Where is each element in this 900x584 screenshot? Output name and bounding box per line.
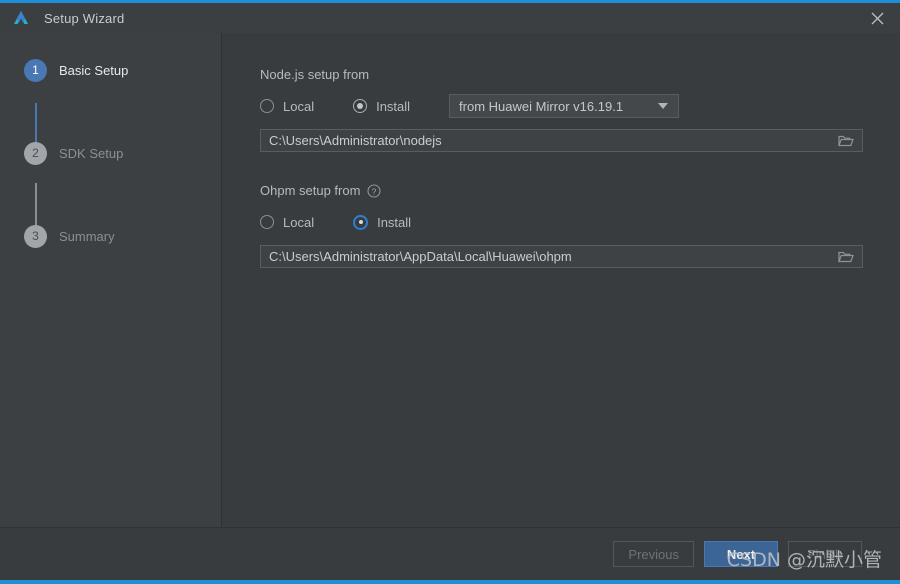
radio-indicator xyxy=(260,215,274,229)
nodejs-mirror-dropdown[interactable]: from Huawei Mirror v16.19.1 xyxy=(449,94,680,118)
nodejs-install-label: Install xyxy=(376,98,411,114)
nodejs-section-text: Node.js setup from xyxy=(260,67,370,82)
step-label: Summary xyxy=(59,228,115,244)
ohpm-path-field[interactable]: C:\Users\Administrator\AppData\Local\Hua… xyxy=(260,245,863,268)
next-button[interactable]: Next xyxy=(704,541,778,567)
step-number-badge: 1 xyxy=(24,58,47,82)
radio-indicator xyxy=(260,99,274,113)
ohpm-section-text: Ohpm setup from xyxy=(260,183,361,198)
nodejs-path-field[interactable]: C:\Users\Administrator\nodejs xyxy=(260,129,863,152)
wizard-content: 1 Basic Setup 2 SDK Setup 3 Summary Node… xyxy=(0,33,900,527)
sidebar-step-sdk-setup[interactable]: 2 SDK Setup xyxy=(0,140,221,166)
setup-wizard-window: Setup Wizard 1 Basic Setup 2 SDK Setup 3 xyxy=(0,0,900,584)
previous-button[interactable]: Previous xyxy=(613,541,694,567)
ohpm-path-value: C:\Users\Administrator\AppData\Local\Hua… xyxy=(269,249,572,264)
radio-indicator-selected xyxy=(353,99,368,113)
folder-icon[interactable] xyxy=(838,134,854,148)
nodejs-mirror-value: from Huawei Mirror v16.19.1 xyxy=(459,98,624,114)
ohpm-local-radio[interactable]: Local xyxy=(260,215,314,230)
step-number-badge: 2 xyxy=(24,141,47,165)
nodejs-source-radio-group: Local Install from Huawei Mirror v16.19.… xyxy=(260,94,864,118)
finish-button[interactable]: Finish xyxy=(788,541,862,567)
window-title: Setup Wizard xyxy=(44,10,125,26)
sidebar-step-basic-setup[interactable]: 1 Basic Setup xyxy=(0,57,221,83)
folder-icon[interactable] xyxy=(838,250,854,264)
ohpm-local-label: Local xyxy=(283,214,315,230)
step-label: SDK Setup xyxy=(59,145,124,161)
nodejs-section-label: Node.js setup from xyxy=(260,67,864,82)
main-form-panel: Node.js setup from Local Install from Hu… xyxy=(222,33,900,527)
nodejs-path-value: C:\Users\Administrator\nodejs xyxy=(269,133,442,148)
title-bar: Setup Wizard xyxy=(0,0,900,33)
radio-indicator-selected xyxy=(353,214,369,230)
wizard-steps-sidebar: 1 Basic Setup 2 SDK Setup 3 Summary xyxy=(0,33,222,527)
help-circle-icon[interactable]: ? xyxy=(367,183,381,198)
sidebar-step-summary[interactable]: 3 Summary xyxy=(0,223,221,249)
nodejs-local-label: Local xyxy=(283,98,315,114)
step-label: Basic Setup xyxy=(59,62,129,78)
nodejs-install-radio[interactable]: Install xyxy=(353,99,410,114)
step-number-badge: 3 xyxy=(24,224,47,248)
wizard-footer: Previous Next Finish xyxy=(0,527,900,580)
nodejs-local-radio[interactable]: Local xyxy=(260,99,314,114)
ohpm-source-radio-group: Local Install xyxy=(260,210,864,234)
ohpm-install-radio[interactable]: Install xyxy=(353,214,412,230)
ohpm-install-label: Install xyxy=(377,214,412,230)
chevron-down-icon xyxy=(658,103,669,109)
close-icon[interactable] xyxy=(854,3,900,33)
ohpm-section-label: Ohpm setup from ? xyxy=(260,183,864,198)
svg-text:?: ? xyxy=(372,186,377,196)
deveco-logo-icon xyxy=(12,9,30,27)
